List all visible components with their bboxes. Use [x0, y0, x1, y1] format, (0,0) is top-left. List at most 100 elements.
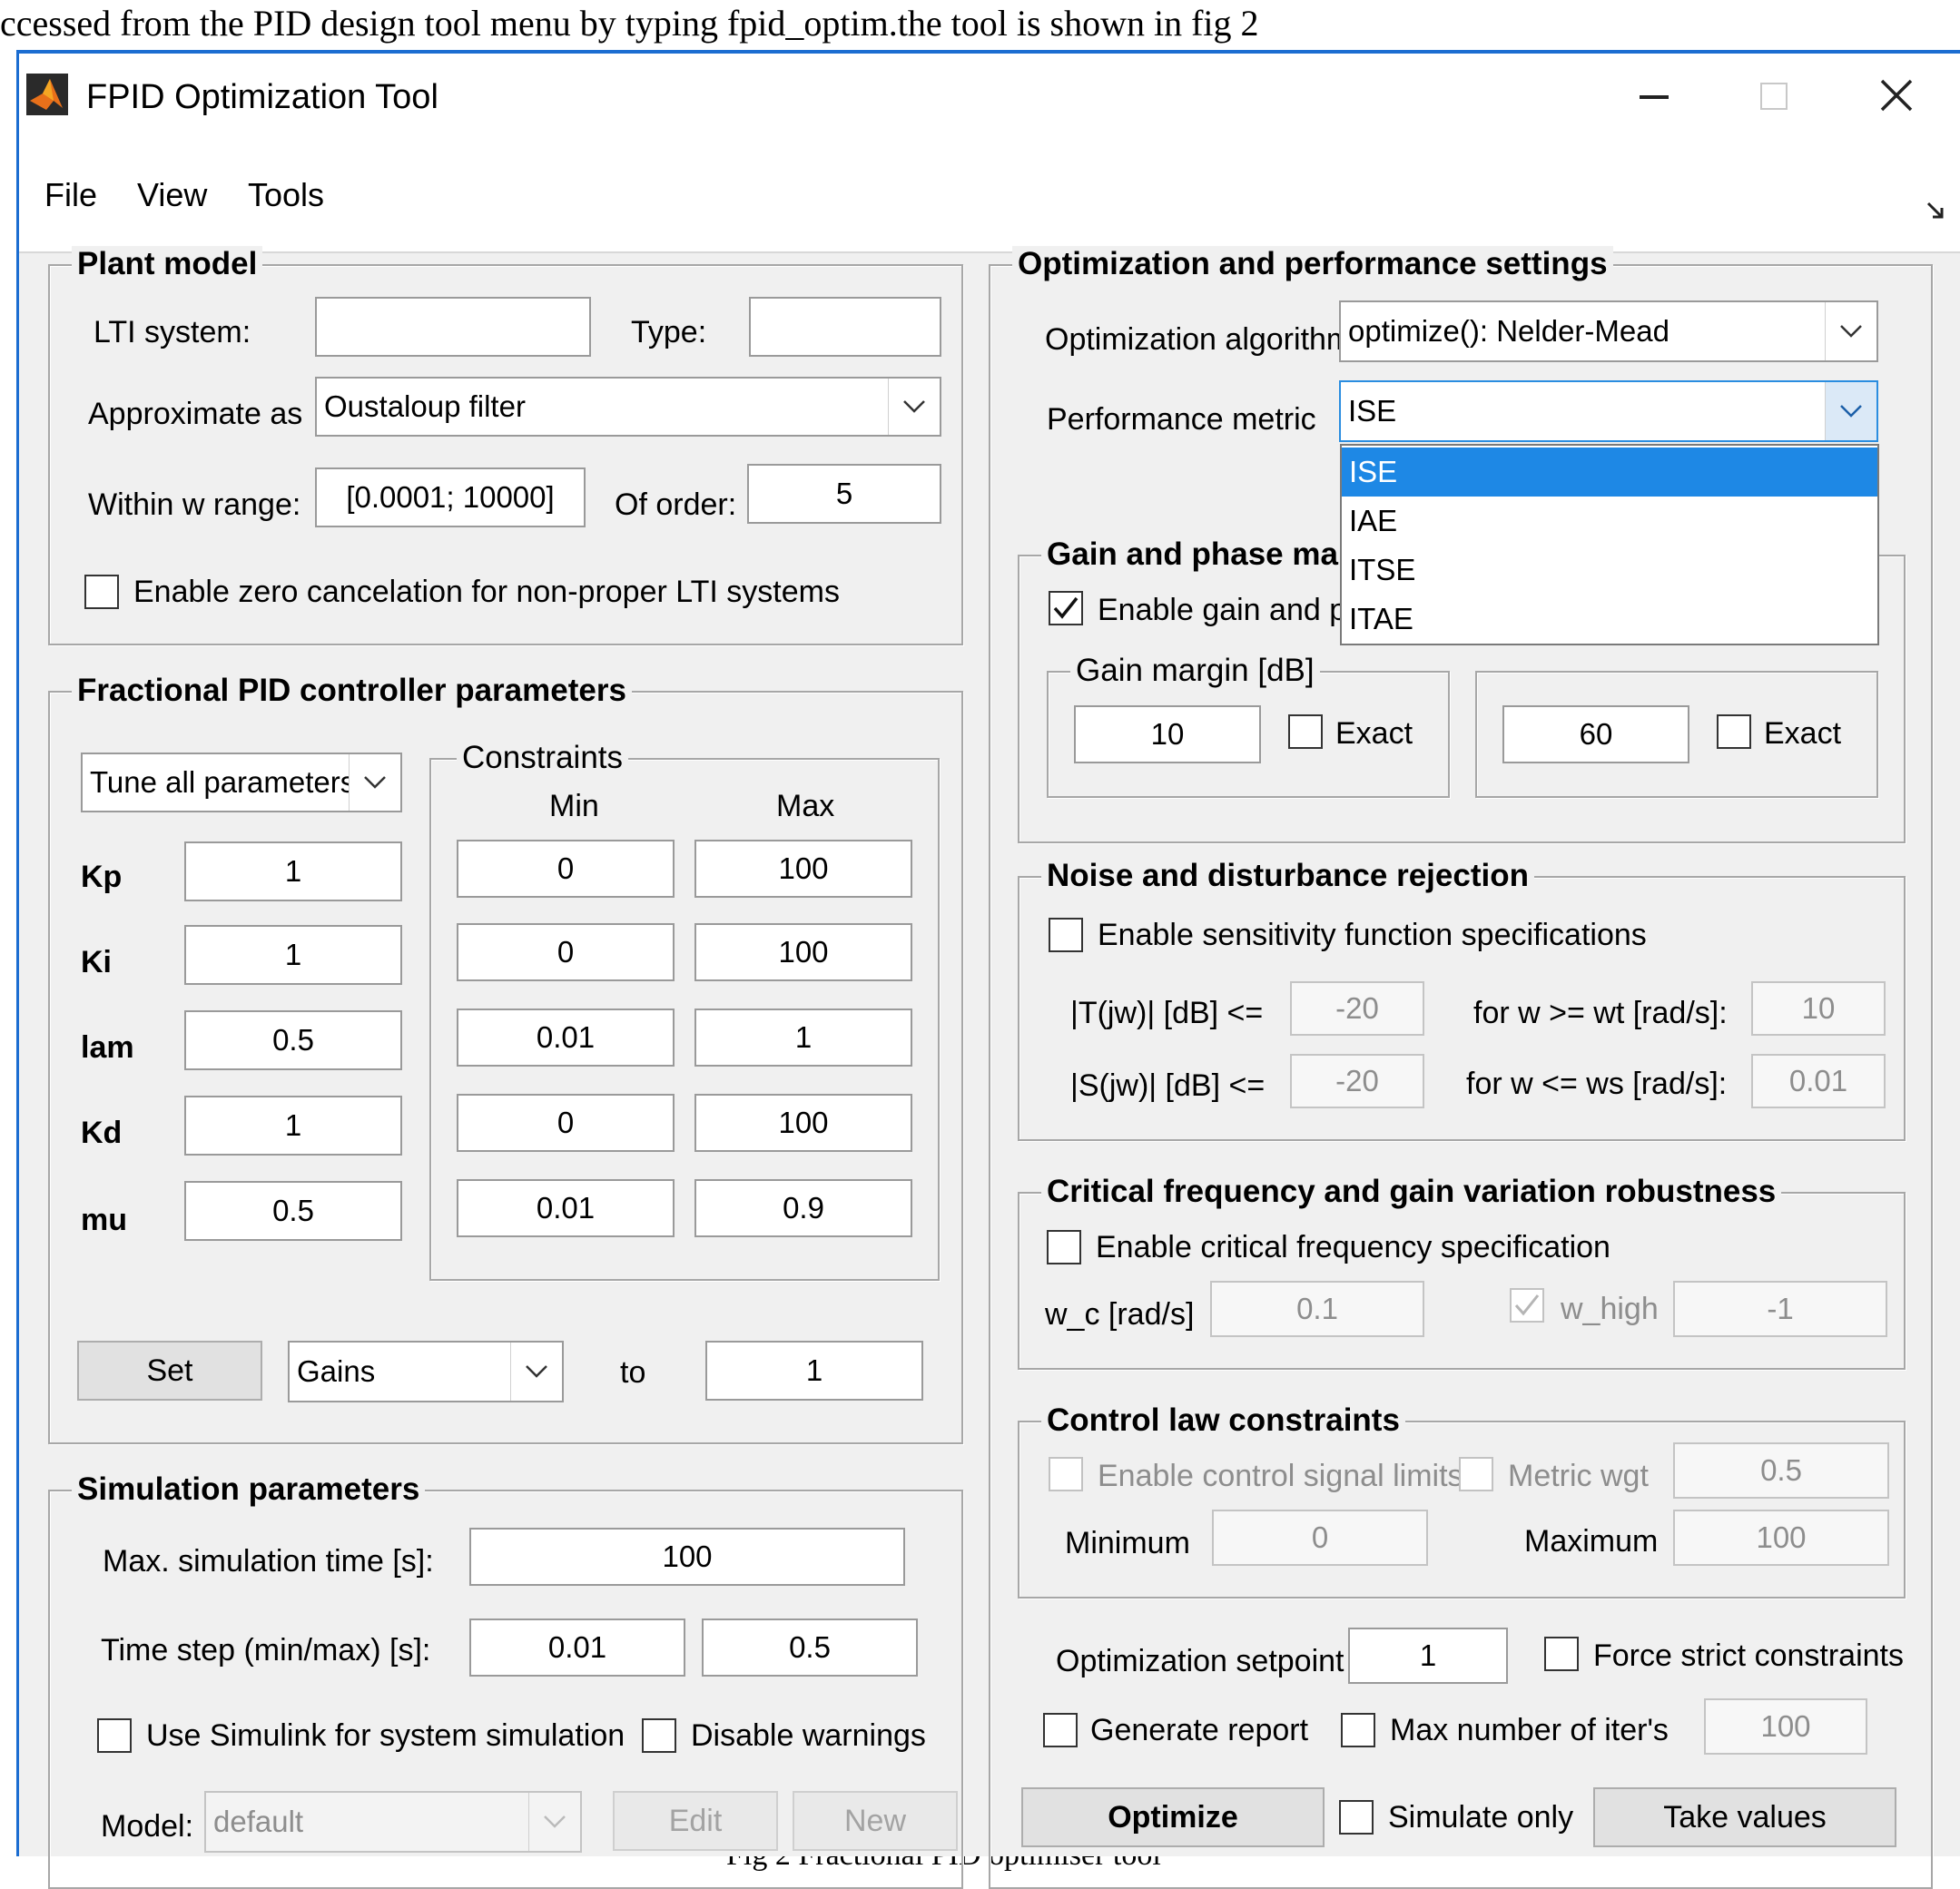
- metric-wgt-checkbox[interactable]: [1459, 1457, 1493, 1491]
- chevron-down-icon: [1825, 302, 1876, 360]
- menu-tools[interactable]: Tools: [248, 179, 324, 212]
- lam-max-input[interactable]: 1: [694, 1008, 912, 1067]
- performance-metric-dropdown: ISE IAE ITSE ITAE: [1340, 444, 1879, 645]
- metric-option-itae[interactable]: ITAE: [1342, 595, 1877, 644]
- gain-phase-title: Gain and phase mar: [1041, 536, 1356, 573]
- kp-min-input[interactable]: 0: [457, 840, 675, 898]
- generate-report-checkbox[interactable]: [1043, 1713, 1078, 1747]
- tune-combo[interactable]: Tune all parameters: [81, 753, 402, 812]
- ki-input[interactable]: 1: [184, 925, 402, 985]
- disable-warnings-checkbox[interactable]: [642, 1718, 676, 1753]
- model-value: default: [213, 1805, 304, 1838]
- mu-max-input[interactable]: 0.9: [694, 1179, 912, 1237]
- kp-max-input[interactable]: 100: [694, 840, 912, 898]
- approximate-combo[interactable]: Oustaloup filter: [315, 377, 941, 437]
- lti-system-input[interactable]: [315, 297, 591, 357]
- wc-input[interactable]: 0.1: [1210, 1281, 1424, 1337]
- max-iter-checkbox[interactable]: [1341, 1713, 1375, 1747]
- optimize-button[interactable]: Optimize: [1021, 1787, 1325, 1847]
- gain-exact-checkbox[interactable]: [1288, 714, 1323, 749]
- ki-max-input[interactable]: 100: [694, 923, 912, 981]
- fpid-params-group: Fractional PID controller parameters Tun…: [48, 673, 963, 1444]
- control-max-input[interactable]: 100: [1673, 1510, 1889, 1566]
- enable-gain-phase-checkbox[interactable]: [1049, 591, 1083, 625]
- algorithm-combo[interactable]: optimize(): Nelder-Mead: [1339, 300, 1878, 362]
- zero-cancel-checkbox[interactable]: [84, 575, 119, 609]
- max-iter-input[interactable]: 100: [1704, 1698, 1867, 1755]
- metric-option-iae[interactable]: IAE: [1342, 497, 1877, 546]
- kp-input[interactable]: 1: [184, 841, 402, 901]
- max-sim-time-input[interactable]: 100: [469, 1528, 905, 1586]
- metric-wgt-input[interactable]: 0.5: [1673, 1442, 1889, 1499]
- mu-min-input[interactable]: 0.01: [457, 1179, 675, 1237]
- control-max-label: Maximum: [1524, 1524, 1659, 1559]
- w-range-input[interactable]: [0.0001; 10000]: [315, 467, 586, 527]
- kd-input[interactable]: 1: [184, 1096, 402, 1156]
- menu-bar: File View Tools: [19, 153, 1960, 253]
- whigh-input[interactable]: -1: [1673, 1281, 1887, 1337]
- use-simulink-checkbox[interactable]: [97, 1718, 132, 1753]
- ki-label: Ki: [81, 945, 112, 979]
- ki-min-input[interactable]: 0: [457, 923, 675, 981]
- lam-min-input[interactable]: 0.01: [457, 1008, 675, 1067]
- wc-label: w_c [rad/s]: [1045, 1297, 1195, 1332]
- max-iter-label: Max number of iter's: [1390, 1713, 1669, 1747]
- edit-model-button[interactable]: Edit: [613, 1791, 778, 1851]
- wt-input[interactable]: 10: [1751, 981, 1886, 1036]
- order-input[interactable]: 5: [747, 464, 941, 524]
- metric-option-ise[interactable]: ISE: [1342, 448, 1877, 497]
- gain-margin-group: Gain margin [dB] 10 Exact: [1047, 653, 1450, 798]
- matlab-icon: [26, 74, 68, 115]
- enable-sensitivity-checkbox[interactable]: [1049, 918, 1083, 952]
- use-simulink-label: Use Simulink for system simulation: [146, 1718, 625, 1753]
- performance-metric-value: ISE: [1348, 394, 1397, 428]
- lam-input[interactable]: 0.5: [184, 1010, 402, 1070]
- enable-control-limits-checkbox[interactable]: [1049, 1457, 1083, 1491]
- s-bound-input[interactable]: -20: [1290, 1054, 1424, 1108]
- dock-arrow-icon[interactable]: [1926, 201, 1945, 221]
- new-model-button[interactable]: New: [793, 1791, 958, 1851]
- performance-metric-combo[interactable]: ISE: [1339, 380, 1878, 442]
- enable-critical-checkbox[interactable]: [1047, 1230, 1081, 1264]
- close-icon[interactable]: [1878, 77, 1915, 113]
- phase-exact-checkbox[interactable]: [1717, 714, 1751, 749]
- ws-input[interactable]: 0.01: [1751, 1054, 1886, 1108]
- menu-view[interactable]: View: [137, 179, 207, 212]
- time-step-min-input[interactable]: 0.01: [469, 1618, 685, 1677]
- t-bound-label: |T(jw)| [dB] <=: [1070, 996, 1264, 1030]
- doc-caption-top: ccessed from the PID design tool menu by…: [0, 3, 1259, 44]
- to-value-input[interactable]: 1: [705, 1341, 923, 1401]
- gain-margin-input[interactable]: 10: [1074, 705, 1261, 763]
- t-bound-input[interactable]: -20: [1290, 981, 1424, 1036]
- approximate-label: Approximate as: [88, 397, 303, 431]
- minimize-icon[interactable]: [1640, 95, 1669, 99]
- whigh-checkbox[interactable]: [1510, 1288, 1544, 1323]
- simulate-only-checkbox[interactable]: [1339, 1800, 1374, 1835]
- simulation-group: Simulation parameters Max. simulation ti…: [48, 1471, 963, 1889]
- set-target-combo[interactable]: Gains: [288, 1341, 564, 1402]
- kd-max-input[interactable]: 100: [694, 1094, 912, 1152]
- window-title: FPID Optimization Tool: [86, 78, 438, 116]
- time-step-max-input[interactable]: 0.5: [702, 1618, 918, 1677]
- menu-file[interactable]: File: [44, 179, 97, 212]
- model-combo[interactable]: default: [204, 1791, 582, 1853]
- setpoint-label: Optimization setpoint: [1056, 1644, 1344, 1678]
- kd-min-input[interactable]: 0: [457, 1094, 675, 1152]
- chevron-down-icon: [888, 379, 940, 435]
- type-input[interactable]: [749, 297, 941, 357]
- chevron-down-icon: [1825, 382, 1876, 440]
- performance-metric-label: Performance metric: [1047, 402, 1316, 437]
- force-strict-checkbox[interactable]: [1544, 1637, 1579, 1671]
- maximize-icon[interactable]: [1760, 83, 1788, 110]
- setpoint-input[interactable]: 1: [1348, 1628, 1508, 1684]
- force-strict-label: Force strict constraints: [1593, 1638, 1904, 1673]
- to-label: to: [620, 1355, 646, 1390]
- take-values-button[interactable]: Take values: [1593, 1787, 1896, 1847]
- metric-option-itse[interactable]: ITSE: [1342, 546, 1877, 595]
- control-min-input[interactable]: 0: [1212, 1510, 1428, 1566]
- min-header: Min: [549, 789, 599, 823]
- mu-input[interactable]: 0.5: [184, 1181, 402, 1241]
- plant-model-title: Plant model: [72, 246, 263, 282]
- set-button[interactable]: Set: [77, 1341, 262, 1401]
- phase-margin-input[interactable]: 60: [1502, 705, 1689, 763]
